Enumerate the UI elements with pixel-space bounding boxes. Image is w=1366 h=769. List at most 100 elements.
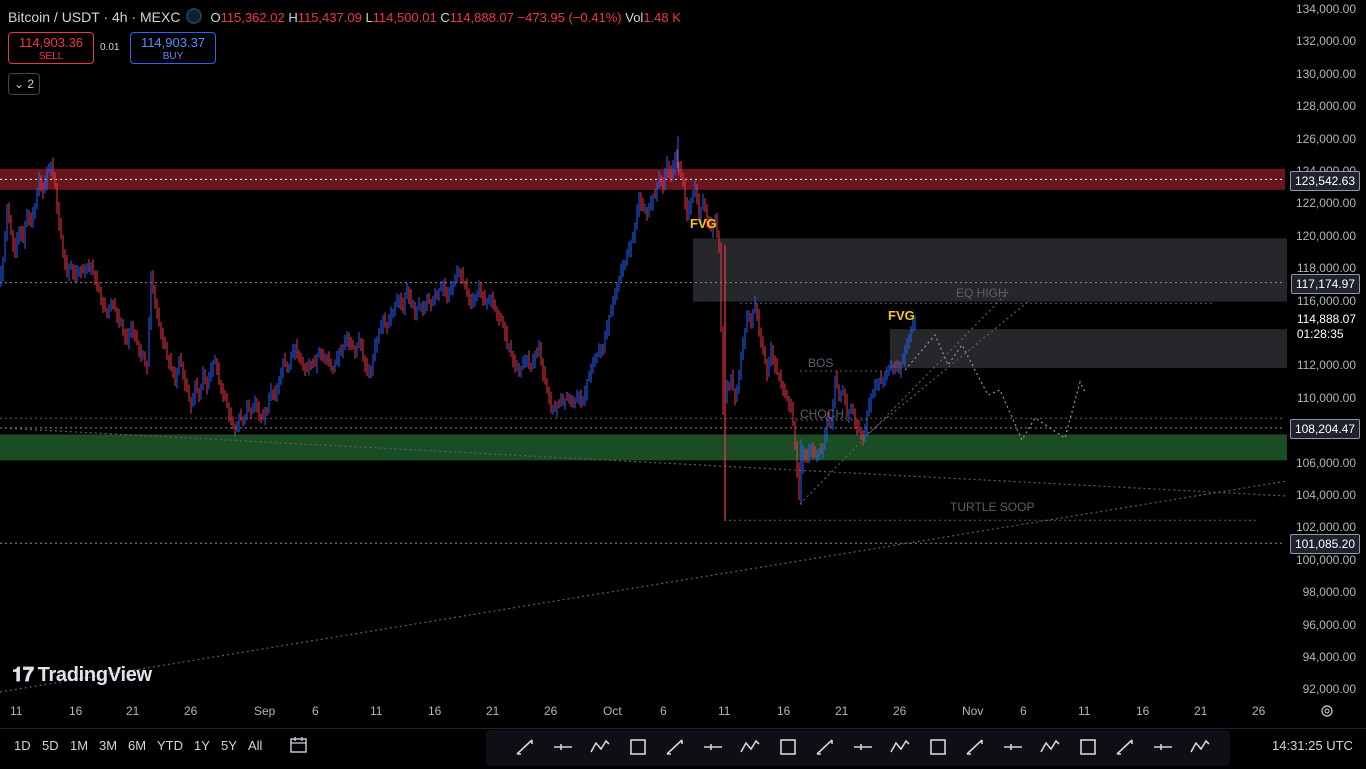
indicators-collapse-button[interactable]: ⌄ 2 xyxy=(8,73,40,95)
open-key: O xyxy=(210,10,221,25)
vertical-line-icon[interactable] xyxy=(625,734,651,760)
time-tick-label: 16 xyxy=(1136,704,1150,718)
time-tick-label: Oct xyxy=(603,704,622,718)
price-tick-label: 132,000.00 xyxy=(1295,34,1356,49)
path-icon[interactable] xyxy=(775,734,801,760)
time-tick-label: 11 xyxy=(1078,704,1091,718)
low-price-label: 101,085.20 xyxy=(1289,534,1360,554)
polygon-icon[interactable] xyxy=(850,734,876,760)
curve-icon[interactable] xyxy=(1150,734,1176,760)
sell-label: SELL xyxy=(38,51,64,62)
change-value: −473.95 (−0.41%) xyxy=(517,10,622,25)
fvg-label-1: FVG xyxy=(690,216,717,231)
symbol-legend: Bitcoin / USDT · 4h · MEXC O115,362.02 H1… xyxy=(8,8,681,25)
timeframe-1d[interactable]: 1D xyxy=(14,738,31,753)
price-chart[interactable] xyxy=(0,0,1366,728)
cursor-text-icon[interactable] xyxy=(662,734,688,760)
gann-icon[interactable] xyxy=(1187,734,1213,760)
time-tick-label: 21 xyxy=(126,704,140,718)
symbol-title[interactable]: Bitcoin / USDT · 4h · MEXC xyxy=(8,9,180,25)
timeframe-5d[interactable]: 5D xyxy=(42,738,59,753)
bar-countdown: 01:28:35 xyxy=(1296,327,1344,341)
price-tick-label: 120,000.00 xyxy=(1295,228,1356,243)
chart-settings-gear-icon[interactable] xyxy=(1318,702,1336,720)
timeframe-1m[interactable]: 1M xyxy=(70,738,88,753)
support-zone xyxy=(0,434,1287,461)
time-tick-label: 21 xyxy=(835,704,849,718)
sell-button[interactable]: 114,903.36 SELL xyxy=(8,32,94,64)
ruler-icon[interactable] xyxy=(1075,734,1101,760)
time-tick-label: 6 xyxy=(1020,704,1027,718)
time-tick-label: 21 xyxy=(486,704,500,718)
last-price-value: 114,888.07 xyxy=(1296,312,1356,326)
tradingview-logo: 𝟏𝟕 TradingView xyxy=(12,664,152,687)
time-tick-label: 6 xyxy=(312,704,319,718)
timeframe-all[interactable]: All xyxy=(248,738,262,753)
time-tick-label: 6 xyxy=(660,704,667,718)
price-tick-label: 126,000.00 xyxy=(1295,131,1356,146)
rectangle-icon[interactable] xyxy=(812,734,838,760)
fib-icon[interactable] xyxy=(887,734,913,760)
price-tick-label: 110,000.00 xyxy=(1296,390,1356,405)
time-tick-label: 16 xyxy=(428,704,442,718)
price-tick-label: 112,000.00 xyxy=(1296,358,1356,373)
open-value: 115,362.02 xyxy=(220,10,285,25)
timeframe-5y[interactable]: 5Y xyxy=(221,738,237,753)
high-key: H xyxy=(288,10,298,25)
timeframe-1y[interactable]: 1Y xyxy=(194,738,210,753)
trend-line-icon[interactable] xyxy=(737,734,763,760)
buy-button[interactable]: 114,903.37 BUY xyxy=(130,32,216,64)
close-value: 114,888.07 xyxy=(449,10,514,25)
circle-icon[interactable] xyxy=(962,734,988,760)
close-key: C xyxy=(440,10,450,25)
choch-label: CHOCH xyxy=(800,407,844,421)
logo-text: TradingView xyxy=(37,664,152,686)
horizontal-line-icon[interactable] xyxy=(550,734,576,760)
brush-icon[interactable] xyxy=(925,734,951,760)
price-tick-label: 134,000.00 xyxy=(1295,2,1356,16)
eq-price-label: 117,174.97 xyxy=(1290,274,1360,294)
time-tick-label: 16 xyxy=(777,704,791,718)
text-icon[interactable] xyxy=(1000,734,1026,760)
high-value: 115,437.09 xyxy=(297,10,362,25)
pen-icon[interactable] xyxy=(512,734,538,760)
timeframe-6m[interactable]: 6M xyxy=(128,738,146,753)
fvg-label-2: FVG xyxy=(888,308,915,323)
bos-label: BOS xyxy=(808,356,834,370)
time-tick-label: 11 xyxy=(10,704,23,718)
market-status-icon xyxy=(186,8,203,24)
time-tick-label: Nov xyxy=(962,704,984,718)
time-tick-label: 26 xyxy=(893,704,907,718)
ray-icon[interactable] xyxy=(700,734,726,760)
utc-clock[interactable]: 14:31:25 UTC xyxy=(1272,738,1353,753)
date-range-calendar-icon[interactable] xyxy=(288,735,310,755)
time-tick-label: 26 xyxy=(1252,704,1266,718)
candles xyxy=(0,136,916,521)
list-icon[interactable] xyxy=(1037,734,1063,760)
buy-label: BUY xyxy=(162,51,184,62)
price-tick-label: 94,000.00 xyxy=(1302,650,1356,664)
timeframe-3m[interactable]: 3M xyxy=(99,738,117,753)
price-tick-label: 98,000.00 xyxy=(1302,585,1356,600)
price-tick-label: 102,000.00 xyxy=(1295,520,1356,535)
fib-channel-icon[interactable] xyxy=(1112,734,1138,760)
last-price-label: 114,888.07 01:28:35 xyxy=(1292,311,1360,345)
price-tick-label: 122,000.00 xyxy=(1295,196,1356,211)
pattern-icon[interactable] xyxy=(587,734,613,760)
time-tick-label: 21 xyxy=(1194,704,1208,718)
eq-high-label: EQ HIGH xyxy=(956,286,1007,300)
timeframe-ytd[interactable]: YTD xyxy=(157,738,183,753)
price-tick-label: 92,000.00 xyxy=(1302,682,1356,697)
price-tick-label: 128,000.00 xyxy=(1295,99,1356,114)
time-tick-label: 26 xyxy=(544,704,558,718)
resistance-price-label: 123,542.63 xyxy=(1289,171,1360,191)
spread-value: 0.01 xyxy=(100,42,120,53)
volume-key: Vol xyxy=(625,10,644,25)
sell-price: 114,903.36 xyxy=(18,35,84,50)
time-tick-label: 11 xyxy=(718,704,731,718)
price-tick-label: 100,000.00 xyxy=(1295,552,1356,567)
volume-value: 1.48 K xyxy=(643,10,681,25)
rising-trendline xyxy=(0,480,1288,693)
price-tick-label: 106,000.00 xyxy=(1295,455,1356,470)
channel-line xyxy=(859,299,1031,441)
